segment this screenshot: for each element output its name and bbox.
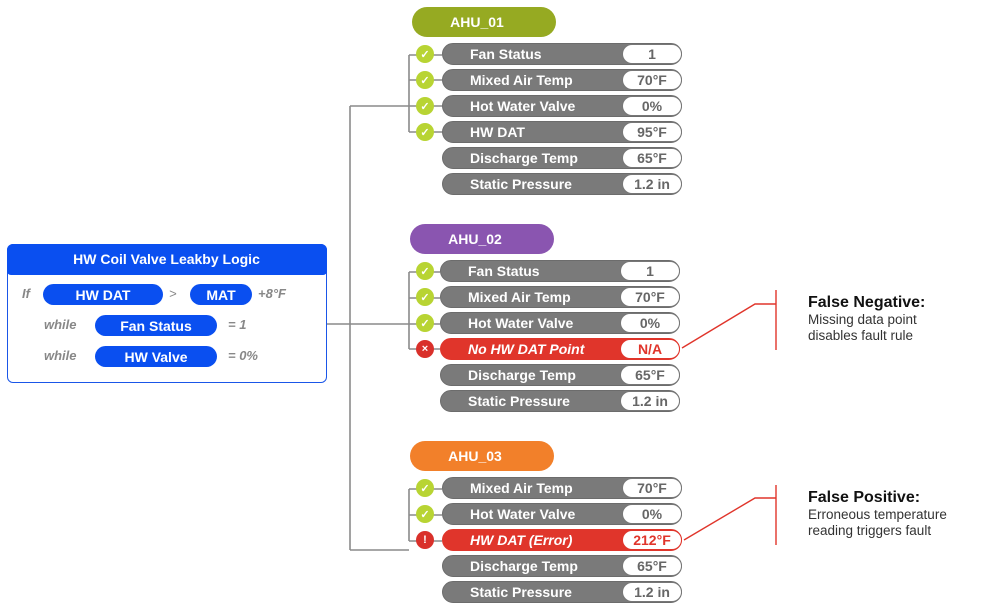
check-icon: ✓ (416, 288, 434, 306)
note-text: disables fault rule (808, 328, 914, 343)
point-value: 70°F (620, 287, 680, 307)
x-icon: × (416, 340, 434, 358)
point-value: 1 (620, 261, 680, 281)
point-row: HW DAT 95°F (442, 121, 684, 143)
point-row: Discharge Temp 65°F (442, 147, 684, 169)
point-value: 65°F (622, 148, 682, 168)
point-value: 70°F (622, 478, 682, 498)
note-text: Missing data point (808, 312, 917, 327)
point-label: Static Pressure (470, 584, 572, 600)
point-label: Mixed Air Temp (468, 289, 571, 305)
check-icon: ✓ (416, 97, 434, 115)
condition-pill-fan-status: Fan Status (95, 315, 217, 336)
point-row: Static Pressure 1.2 in (442, 173, 684, 195)
callout-false-positive-line (683, 485, 777, 545)
point-label: Mixed Air Temp (470, 72, 573, 88)
check-icon: ✓ (416, 505, 434, 523)
while-keyword: while (44, 348, 77, 363)
check-icon: ✓ (416, 262, 434, 280)
note-title: False Negative: (808, 294, 926, 311)
point-value: 1.2 in (622, 582, 682, 602)
point-label: Discharge Temp (468, 367, 576, 383)
logic-title: HW Coil Valve Leakby Logic (6, 243, 327, 275)
point-value: 1.2 in (620, 391, 680, 411)
point-row: Static Pressure 1.2 in (440, 390, 682, 412)
operator: > (169, 286, 177, 301)
point-row: Discharge Temp 65°F (440, 364, 682, 386)
if-keyword: If (22, 286, 30, 301)
point-row: Hot Water Valve 0% (442, 503, 684, 525)
point-row: Mixed Air Temp 70°F (440, 286, 682, 308)
point-value: 65°F (622, 556, 682, 576)
point-value: 70°F (622, 70, 682, 90)
exclamation-icon: ! (416, 531, 434, 549)
check-icon: ✓ (416, 314, 434, 332)
while-keyword: while (44, 317, 77, 332)
point-label: Hot Water Valve (468, 315, 574, 331)
check-icon: ✓ (416, 123, 434, 141)
logic-box: HW Coil Valve Leakby Logic If HW DAT > M… (6, 243, 327, 383)
connector-ahu02-bracket (408, 271, 440, 350)
point-value: 1 (622, 44, 682, 64)
point-value: 0% (622, 504, 682, 524)
ahu-header: AHU_01 (412, 7, 556, 37)
point-value: 1.2 in (622, 174, 682, 194)
point-label: Hot Water Valve (470, 98, 576, 114)
note-text: reading triggers fault (808, 523, 932, 538)
point-label: Discharge Temp (470, 150, 578, 166)
condition-pill-hw-valve: HW Valve (95, 346, 217, 367)
note-text: Erroneous temperature (808, 507, 947, 522)
rhs-pill: MAT (190, 284, 252, 305)
point-value: 212°F (622, 530, 682, 550)
point-row: Hot Water Valve 0% (442, 95, 684, 117)
point-row: Fan Status 1 (442, 43, 684, 65)
point-label: Fan Status (468, 263, 540, 279)
point-row: Static Pressure 1.2 in (442, 581, 684, 603)
point-value: 65°F (620, 365, 680, 385)
point-row: Mixed Air Temp 70°F (442, 69, 684, 91)
point-value: N/A (620, 339, 680, 359)
check-icon: ✓ (416, 479, 434, 497)
point-label: No HW DAT Point (468, 341, 585, 357)
point-label: HW DAT (Error) (470, 532, 573, 548)
point-row: Fan Status 1 (440, 260, 682, 282)
point-row: HW DAT (Error) 212°F (442, 529, 684, 551)
note-false-positive: False Positive: Erroneous temperature re… (808, 489, 947, 539)
ahu-header: AHU_03 (410, 441, 554, 471)
point-row: Mixed Air Temp 70°F (442, 477, 684, 499)
point-label: Fan Status (470, 46, 542, 62)
point-label: HW DAT (470, 124, 525, 140)
point-value: 0% (620, 313, 680, 333)
point-row: No HW DAT Point N/A (440, 338, 682, 360)
check-icon: ✓ (416, 45, 434, 63)
callout-false-negative-line (681, 290, 777, 350)
note-false-negative: False Negative: Missing data point disab… (808, 294, 925, 344)
point-label: Static Pressure (468, 393, 570, 409)
point-value: 95°F (622, 122, 682, 142)
point-row: Discharge Temp 65°F (442, 555, 684, 577)
connector-ahu01-bracket (408, 54, 442, 133)
point-label: Static Pressure (470, 176, 572, 192)
offset: +8°F (258, 286, 286, 301)
point-label: Mixed Air Temp (470, 480, 573, 496)
point-row: Hot Water Valve 0% (440, 312, 682, 334)
point-value: 0% (622, 96, 682, 116)
lhs-pill: HW DAT (43, 284, 163, 305)
ahu-header: AHU_02 (410, 224, 554, 254)
condition-value: = 0% (228, 348, 258, 363)
point-label: Discharge Temp (470, 558, 578, 574)
condition-value: = 1 (228, 317, 247, 332)
note-title: False Positive: (808, 489, 921, 506)
check-icon: ✓ (416, 71, 434, 89)
point-label: Hot Water Valve (470, 506, 576, 522)
